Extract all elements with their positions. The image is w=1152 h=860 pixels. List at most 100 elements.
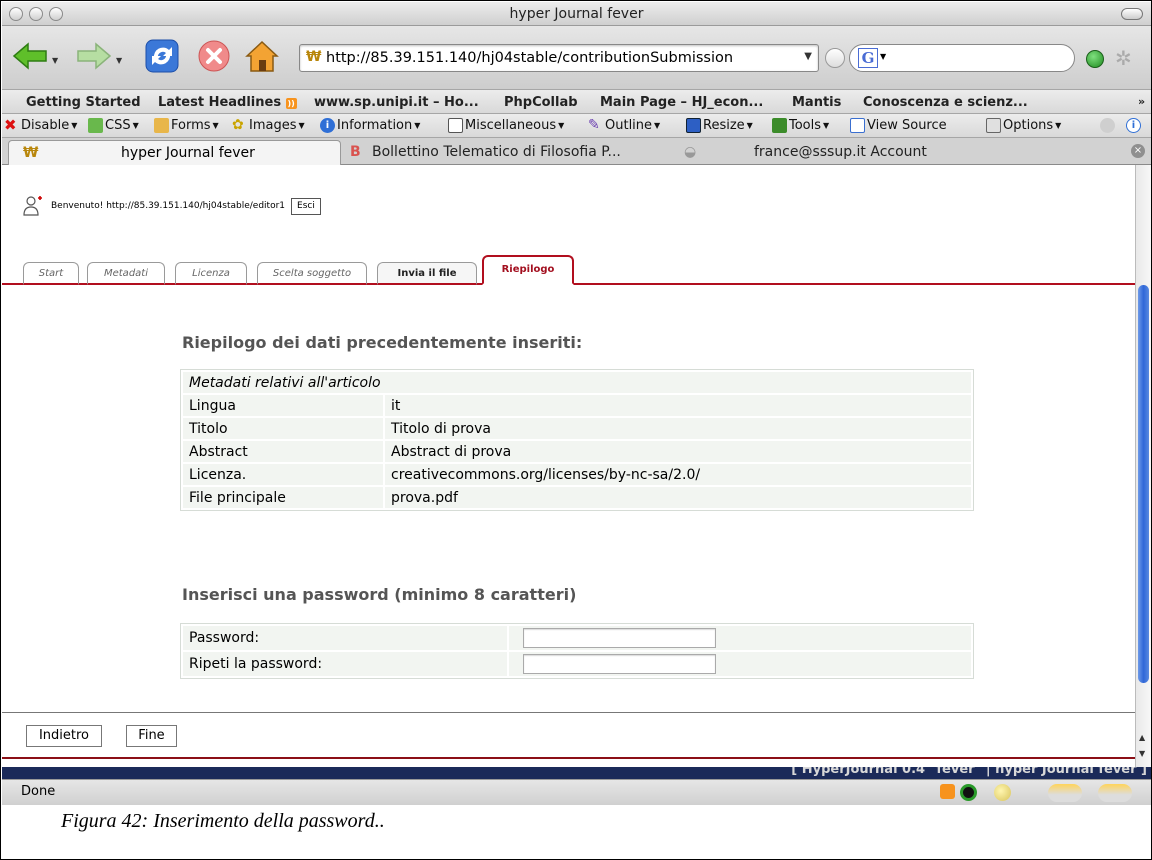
info-circle-icon: i xyxy=(1126,118,1141,133)
back-form-button[interactable]: Indietro xyxy=(26,725,102,747)
dropdown-triangle-icon: ▼ xyxy=(71,121,78,130)
scroll-down-arrow-icon[interactable]: ▼ xyxy=(1139,749,1145,758)
footer-banner-text: [ HyperJournal 0.4 "fever" | hyper Journ… xyxy=(791,767,1147,777)
check-circle-icon xyxy=(1100,118,1115,133)
dev-menu-label: Tools xyxy=(789,118,822,133)
validation-check-icon[interactable] xyxy=(1100,118,1117,133)
tab-scelta-soggetto[interactable]: Scelta soggetto xyxy=(257,262,367,285)
rss-status-icon[interactable] xyxy=(940,784,955,799)
search-go-icon[interactable] xyxy=(1086,50,1104,68)
password-input[interactable] xyxy=(523,628,716,648)
bookmark-phpcollab[interactable]: PhpCollab xyxy=(504,95,578,110)
toolbar-toggle-button[interactable] xyxy=(1121,8,1143,20)
dev-resize-menu[interactable]: Resize ▼ xyxy=(686,118,753,133)
bookmark-label: Latest Headlines xyxy=(158,95,282,110)
forward-button[interactable] xyxy=(74,36,114,76)
wizard-tabs: Start Metadati Licenza Scelta soggetto I… xyxy=(2,255,1135,285)
forward-history-dropdown[interactable]: ▼ xyxy=(116,56,122,65)
browser-tab-account[interactable]: ◒ france@sssup.it Account xyxy=(678,140,998,165)
form-divider xyxy=(2,712,1135,713)
tab-licenza[interactable]: Licenza xyxy=(175,262,247,285)
summary-key: Lingua xyxy=(183,395,383,416)
resize-icon xyxy=(686,118,701,133)
summary-section-label: Metadati relativi all'articolo xyxy=(183,372,971,393)
url-history-dropdown-icon[interactable]: ▼ xyxy=(804,51,812,62)
summary-value: Abstract di prova xyxy=(385,441,971,462)
tab-invia-il-file[interactable]: Invia il file xyxy=(377,262,477,285)
table-row: Ripeti la password: xyxy=(183,652,971,676)
search-engine-dropdown-icon[interactable]: ▼ xyxy=(880,52,886,61)
summary-key: Titolo xyxy=(183,418,383,439)
window-title: hyper Journal fever xyxy=(509,6,644,22)
summary-value: creativecommons.org/licenses/by-nc-sa/2.… xyxy=(385,464,971,485)
images-icon: ✿ xyxy=(232,117,244,133)
go-icon[interactable] xyxy=(825,48,845,68)
dev-forms-menu[interactable]: Forms ▼ xyxy=(154,118,219,133)
status-text: Done xyxy=(21,784,56,799)
reload-button[interactable] xyxy=(142,36,182,76)
dropdown-triangle-icon: ▼ xyxy=(746,121,753,130)
bookmark-getting-started[interactable]: Getting Started xyxy=(26,95,141,110)
address-bar[interactable]: ₩ http://85.39.151.140/hj04stable/contri… xyxy=(299,44,819,72)
footer-banner: [ HyperJournal 0.4 "fever" | hyper Journ… xyxy=(2,767,1151,779)
dev-miscellaneous-menu[interactable]: Miscellaneous ▼ xyxy=(448,118,564,133)
dev-options-menu[interactable]: Options ▼ xyxy=(986,118,1061,133)
bookmark-conoscenza[interactable]: Conoscenza e scienz... xyxy=(863,95,1028,110)
tab-metadati[interactable]: Metadati xyxy=(87,262,165,285)
css-icon xyxy=(88,118,103,133)
table-row: Lingua it xyxy=(183,395,971,416)
tab-riepilogo[interactable]: Riepilogo xyxy=(482,255,574,285)
dev-outline-menu[interactable]: ✎ Outline ▼ xyxy=(588,117,660,134)
outline-pencil-icon: ✎ xyxy=(588,117,600,133)
table-row: File principale prova.pdf xyxy=(183,487,971,508)
dropdown-triangle-icon: ▼ xyxy=(1055,121,1062,130)
status-bar: Done xyxy=(2,779,1151,805)
moon-icon xyxy=(994,784,1011,801)
logout-button[interactable]: Esci xyxy=(291,197,321,215)
summary-table: Metadati relativi all'articolo Lingua it… xyxy=(180,369,974,511)
tab-start[interactable]: Start xyxy=(23,262,79,285)
finish-button[interactable]: Fine xyxy=(126,725,177,747)
dev-view-source-button[interactable]: View Source xyxy=(850,118,947,133)
scroll-up-arrow-icon[interactable]: ▲ xyxy=(1139,733,1145,742)
scrollbar-thumb[interactable] xyxy=(1138,285,1149,683)
bookmarks-overflow-chevron-icon[interactable]: » xyxy=(1138,95,1145,108)
dev-info-icon[interactable]: i xyxy=(1126,118,1143,133)
bookmark-sp-unipi[interactable]: www.sp.unipi.it – Ho... xyxy=(314,95,479,110)
dev-images-menu[interactable]: ✿ Images ▼ xyxy=(232,117,305,134)
tools-icon xyxy=(772,118,787,133)
password-table: Password: Ripeti la password: xyxy=(180,623,974,679)
web-developer-toolbar: ✖ Disable ▼ CSS ▼ Forms ▼ ✿ Images ▼ i Informat… xyxy=(2,114,1151,138)
search-box[interactable]: G ▼ xyxy=(849,44,1075,72)
dev-css-menu[interactable]: CSS ▼ xyxy=(88,118,139,133)
back-button[interactable] xyxy=(10,36,50,76)
forms-icon xyxy=(154,118,169,133)
summary-value: Titolo di prova xyxy=(385,418,971,439)
dev-information-menu[interactable]: i Information ▼ xyxy=(320,118,420,133)
repeat-password-input[interactable] xyxy=(523,654,716,674)
repeat-password-label: Ripeti la password: xyxy=(183,652,507,676)
summary-value: it xyxy=(385,395,971,416)
home-button[interactable] xyxy=(242,36,282,76)
dev-tools-menu[interactable]: Tools ▼ xyxy=(772,118,829,133)
dev-menu-label: View Source xyxy=(867,118,947,133)
google-search-icon[interactable]: G xyxy=(858,48,878,68)
summary-key: File principale xyxy=(183,487,383,508)
welcome-bar: Benvenuto! http://85.39.151.140/hj04stab… xyxy=(23,195,321,217)
bookmark-hj-econ[interactable]: Main Page – HJ_econ... xyxy=(600,95,763,110)
summary-heading: Riepilogo dei dati precedentemente inser… xyxy=(182,333,583,352)
browser-tab-hyper-journal[interactable]: ₩ hyper Journal fever xyxy=(8,140,341,165)
dev-menu-label: Information xyxy=(337,118,413,133)
close-tab-icon[interactable]: × xyxy=(1131,144,1145,158)
dev-disable-menu[interactable]: ✖ Disable ▼ xyxy=(4,118,78,134)
bollettino-favicon-icon: B xyxy=(350,144,361,160)
back-history-dropdown[interactable]: ▼ xyxy=(52,56,58,65)
url-text[interactable]: http://85.39.151.140/hj04stable/contribu… xyxy=(326,50,796,66)
vertical-scrollbar[interactable]: ▲ ▼ xyxy=(1135,165,1151,767)
dev-menu-label: Miscellaneous xyxy=(465,118,557,133)
bookmark-mantis[interactable]: Mantis xyxy=(792,95,841,110)
browser-tab-bollettino[interactable]: B Bollettino Telematico di Filosofia P..… xyxy=(342,140,672,165)
table-row: Metadati relativi all'articolo xyxy=(183,372,971,393)
bookmark-latest-headlines[interactable]: Latest Headlines )) xyxy=(158,95,297,110)
stop-button[interactable] xyxy=(194,36,234,76)
